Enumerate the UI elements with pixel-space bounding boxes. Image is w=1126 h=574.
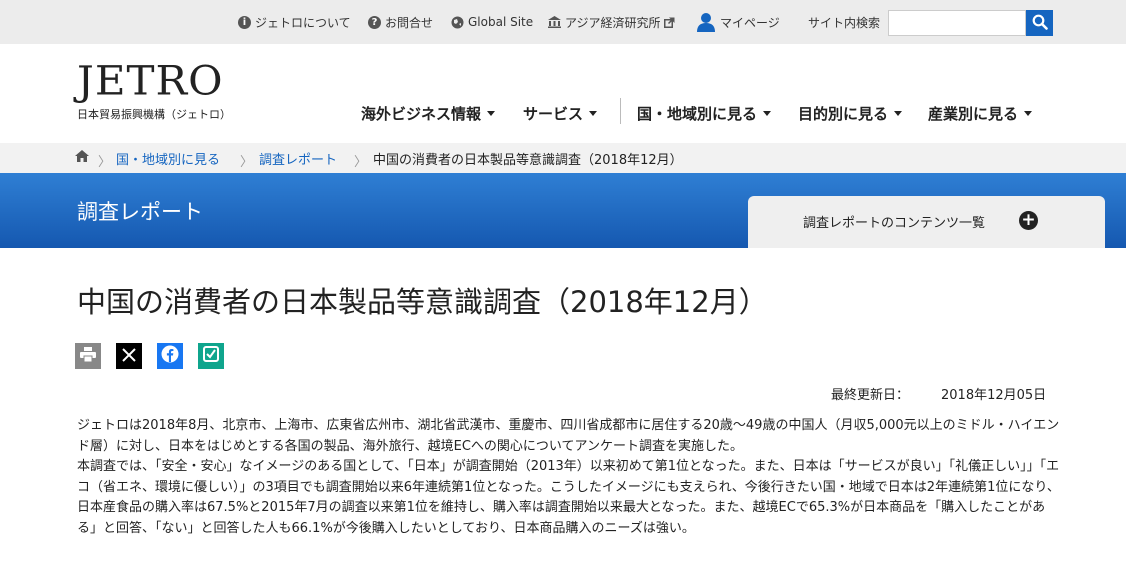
section-title: 調査レポート [77,200,203,224]
mypage-link[interactable]: マイページ [696,0,780,44]
breadcrumb-separator-icon: 〉 [354,155,368,170]
contents-list-label[interactable]: 調査レポートのコンテンツ一覧 [803,212,985,231]
x-logo-icon [122,347,136,366]
last-updated-date: 2018年12月05日 [941,388,1047,403]
mypage-label: マイページ [720,15,780,30]
building-icon [548,16,561,28]
breadcrumb-separator-icon: 〉 [98,155,112,170]
caret-down-icon [763,110,772,116]
article-paragraph: 本調査では、「安全・安心」なイメージのある国として、「日本」が調査開始（2013… [77,459,1060,536]
nav-label: 海外ビジネス情報 [361,104,482,123]
search-button[interactable] [1026,10,1053,36]
caret-down-icon [487,110,496,116]
search-icon [1032,14,1048,33]
about-link-label: ジェトロについて [255,15,351,30]
question-icon: ? [368,15,381,29]
x-share-button[interactable] [116,343,142,369]
site-search-label: サイト内検索 [808,15,881,30]
nav-services[interactable]: サービス [523,101,598,125]
contact-link[interactable]: ? お問合せ [368,0,433,44]
info-icon: i [238,15,251,29]
home-icon [75,150,89,166]
nav-by-purpose[interactable]: 目的別に見る [798,101,903,125]
nav-label: 産業別に見る [928,104,1019,123]
check-icon [203,346,219,366]
nav-by-industry[interactable]: 産業別に見る [928,101,1033,125]
nav-by-country[interactable]: 国・地域別に見る [637,101,772,125]
nav-label: サービス [523,104,584,123]
logo-subtitle: 日本貿易振興機構（ジェトロ） [77,108,231,121]
contact-link-label: お問合せ [385,15,434,30]
breadcrumb-home[interactable] [75,143,89,173]
nav-label: 目的別に見る [798,104,889,123]
facebook-icon [161,345,179,367]
jetro-logo[interactable]: JETRO 日本貿易振興機構（ジェトロ） [77,58,231,122]
print-icon [80,346,96,366]
logo-wordmark: JETRO [77,57,224,104]
article-body: ジェトロは2018年8月、北京市、上海市、広東省広州市、湖北省武漢市、重慶市、四… [77,416,1061,539]
nav-overseas-business[interactable]: 海外ビジネス情報 [361,101,496,125]
breadcrumb-item[interactable]: 調査レポート [259,143,337,173]
site-search-input[interactable] [888,10,1026,36]
caret-down-icon [1024,110,1033,116]
about-link[interactable]: i ジェトロについて [238,0,351,44]
global-site-label: Global Site [468,15,534,29]
checklist-share-button[interactable] [198,343,224,369]
page-title: 中国の消費者の日本製品等意識調査（2018年12月） [77,285,768,319]
breadcrumb-separator-icon: 〉 [240,155,254,170]
facebook-share-button[interactable] [157,343,183,369]
caret-down-icon [894,110,903,116]
nav-divider [620,98,621,124]
print-button[interactable] [75,343,101,369]
globe-icon [451,16,464,29]
nav-label: 国・地域別に見る [637,104,758,123]
caret-down-icon [589,110,598,116]
global-site-link[interactable]: Global Site [451,0,533,44]
breadcrumb-current: 中国の消費者の日本製品等意識調査（2018年12月） [373,152,683,168]
plus-icon[interactable]: + [1019,211,1038,230]
last-updated-label: 最終更新日： [831,388,910,403]
user-icon [696,12,716,32]
article-paragraph: ジェトロは2018年8月、北京市、上海市、広東省広州市、湖北省武漢市、重慶市、四… [77,418,1060,454]
ide-link-label: アジア経済研究所 [565,15,661,30]
external-link-icon [663,17,675,28]
ide-link[interactable]: アジア経済研究所 [548,0,675,44]
breadcrumb-item[interactable]: 国・地域別に見る [116,143,220,173]
